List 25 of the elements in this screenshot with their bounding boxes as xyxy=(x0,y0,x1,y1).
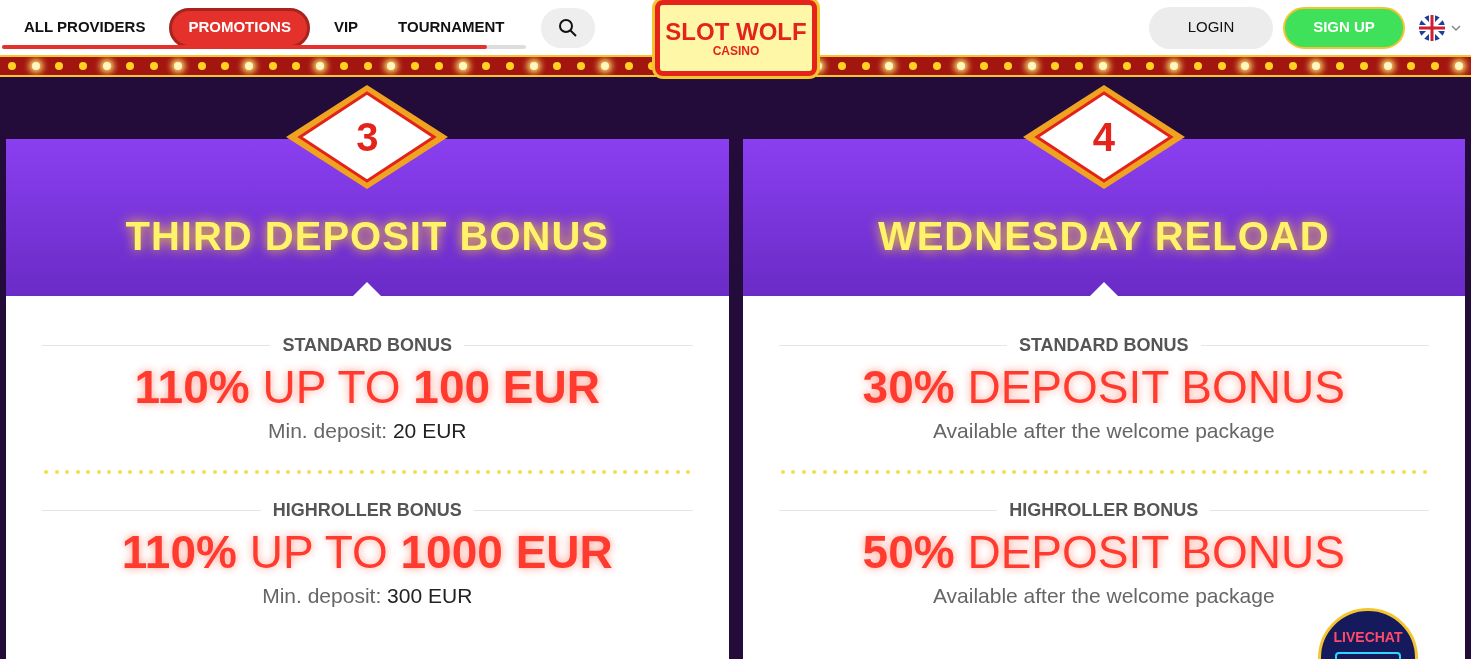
nav-tab[interactable]: TOURNAMENT xyxy=(382,7,521,48)
bonus-note: Available after the welcome package xyxy=(932,582,1275,609)
section-heading: STANDARD BONUS xyxy=(282,334,453,357)
bonus-offer: 50% DEPOSIT BONUS xyxy=(862,524,1345,580)
card-title: WEDNESDAY RELOAD xyxy=(877,212,1330,260)
login-button[interactable]: LOGIN xyxy=(1149,6,1273,49)
search-icon xyxy=(557,17,578,38)
flag-icon xyxy=(1419,14,1445,41)
bonus-offer: 110% UP TO 1000 EUR xyxy=(121,524,613,580)
bonus-note: Available after the welcome package xyxy=(932,418,1275,444)
bonus-note: Min. deposit: 20 EUR xyxy=(268,418,467,444)
section-heading: STANDARD BONUS xyxy=(1018,334,1189,357)
section-heading: HIGHROLLER BONUS xyxy=(1009,498,1199,522)
nav-tab[interactable]: VIP xyxy=(317,7,375,48)
nav-tab[interactable]: PROMOTIONS xyxy=(169,7,310,48)
bonus-offer: 30% DEPOSIT BONUS xyxy=(862,360,1345,415)
bonus-offer: 110% UP TO 100 EUR xyxy=(134,360,600,415)
bonus-note: Min. deposit: 300 EUR xyxy=(262,582,473,609)
language-selector[interactable] xyxy=(1419,14,1461,41)
chevron-down-icon xyxy=(1451,24,1461,31)
card-title: THIRD DEPOSIT BONUS xyxy=(125,212,609,260)
casino-logo: SLOT WOLF CASINO xyxy=(655,0,817,76)
nav-tab[interactable]: ALL PROVIDERS xyxy=(8,7,162,48)
section-heading: HIGHROLLER BONUS xyxy=(272,498,462,522)
search-button[interactable] xyxy=(540,7,595,48)
